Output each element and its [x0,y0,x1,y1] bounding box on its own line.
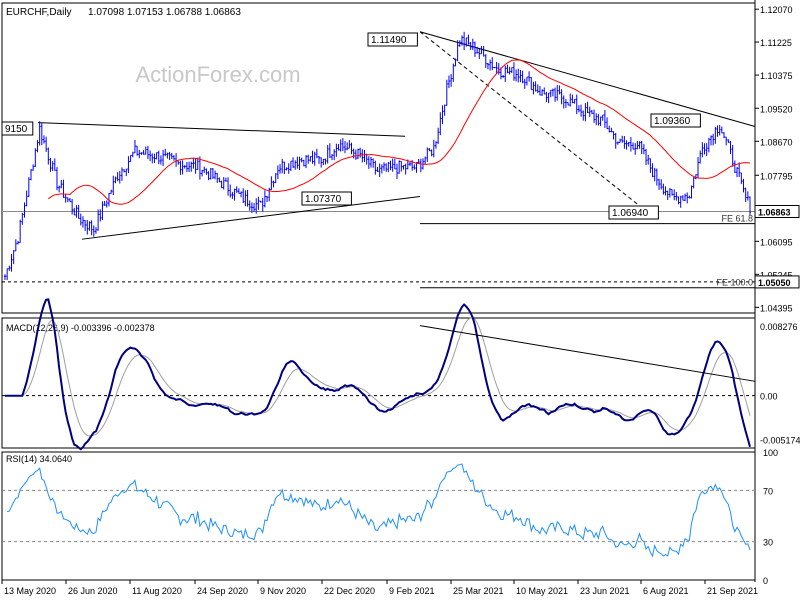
x-tick-label: 10 May 2021 [516,586,568,596]
support-level-label-text: 1.05050 [758,278,791,288]
macd-main-line [5,298,751,451]
macd-tick-label: 0.008276 [760,322,798,332]
fe-level-label: FE 100.0 [716,278,753,288]
x-tick-label: 26 Jun 2020 [68,586,118,596]
current-price-label-text: 1.06863 [758,207,791,217]
x-tick-label: 6 Aug 2021 [643,586,689,596]
price-tick-label: 1.06095 [760,237,793,247]
x-tick-label: 9 Feb 2021 [389,586,435,596]
price-label-text: 1.06940 [612,208,649,219]
price-label-text: 1.07370 [305,194,342,205]
rsi-tick-label: 0 [763,576,768,586]
price-label-text: 1.09360 [654,116,691,127]
price-tick-label: 1.04395 [760,303,793,313]
price-tick-label: 1.08670 [760,137,793,147]
rsi-line [7,463,751,558]
price-tick-label: 1.10375 [760,71,793,81]
price-tick-label: 1.07795 [760,171,793,181]
chart-symbol: EURCHF,Daily [6,7,72,18]
x-tick-label: 9 Nov 2020 [260,586,306,596]
watermark: ActionForex.com [135,62,300,87]
panel-frame-1 [1,2,756,314]
x-tick-label: 24 Sep 2020 [197,586,248,596]
rsi-title: RSI(14) 34.0640 [6,454,72,464]
chart-root: ActionForex.com EURCHF,Daily 1.07098 1.071… [0,0,800,600]
x-tick-label: 22 Dec 2020 [324,586,375,596]
x-tick-label: 25 Mar 2021 [453,586,504,596]
x-tick-label: 11 Aug 2020 [132,586,182,596]
rsi-tick-label: 70 [763,486,773,496]
x-tick-label: 23 Jun 2021 [580,586,630,596]
panel-frame-2 [1,317,756,449]
macd-trend-line [419,325,756,382]
panel-frame-3 [1,451,756,581]
trend-line [37,122,406,137]
price-tick-label: 1.09520 [760,104,793,114]
price-label-text: 1.11490 [371,35,407,46]
macd-tick-label: 0.00 [760,392,778,402]
rsi-tick-label: 100 [763,448,778,458]
price-tick-label: 1.12070 [760,5,793,15]
chart-ohlc: 1.07098 1.07153 1.06788 1.06863 [88,7,241,18]
fe-level-label: FE 61.8 [721,214,753,224]
x-tick-label: 21 Sep 2021 [707,586,758,596]
price-label-text: 9150 [5,124,28,135]
chart-svg: ActionForex.com EURCHF,Daily 1.07098 1.071… [1,0,800,596]
price-tick-label: 1.11225 [760,38,792,48]
macd-title: MACD(12,26,9) -0.003396 -0.002378 [6,323,155,333]
macd-signal-line [5,317,751,437]
trend-line [81,195,421,240]
macd-tick-label: -0.005174 [760,435,800,445]
x-tick-label: 13 May 2020 [4,586,56,596]
rsi-tick-label: 30 [763,538,773,548]
